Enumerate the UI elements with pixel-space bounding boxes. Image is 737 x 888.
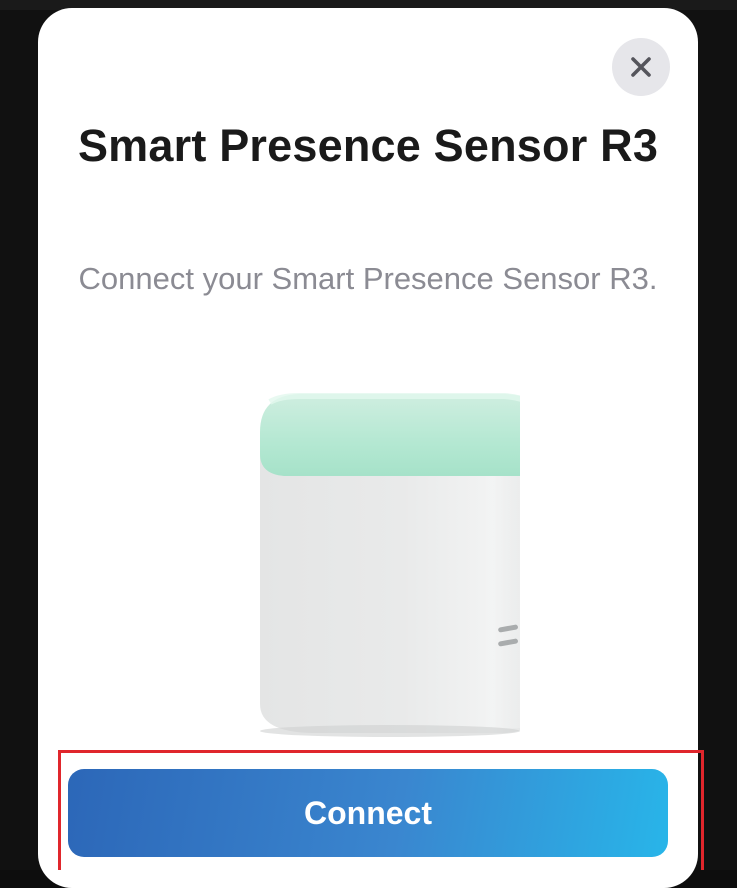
close-icon bbox=[629, 55, 653, 79]
sensor-device-image bbox=[220, 388, 550, 738]
dialog-subtitle: Connect your Smart Presence Sensor R3. bbox=[78, 261, 658, 296]
close-button[interactable] bbox=[612, 38, 670, 96]
dialog-title: Smart Presence Sensor R3 bbox=[77, 120, 659, 171]
connect-button[interactable]: Connect bbox=[68, 769, 668, 857]
connect-device-sheet: Smart Presence Sensor R3 Connect your Sm… bbox=[38, 8, 698, 888]
